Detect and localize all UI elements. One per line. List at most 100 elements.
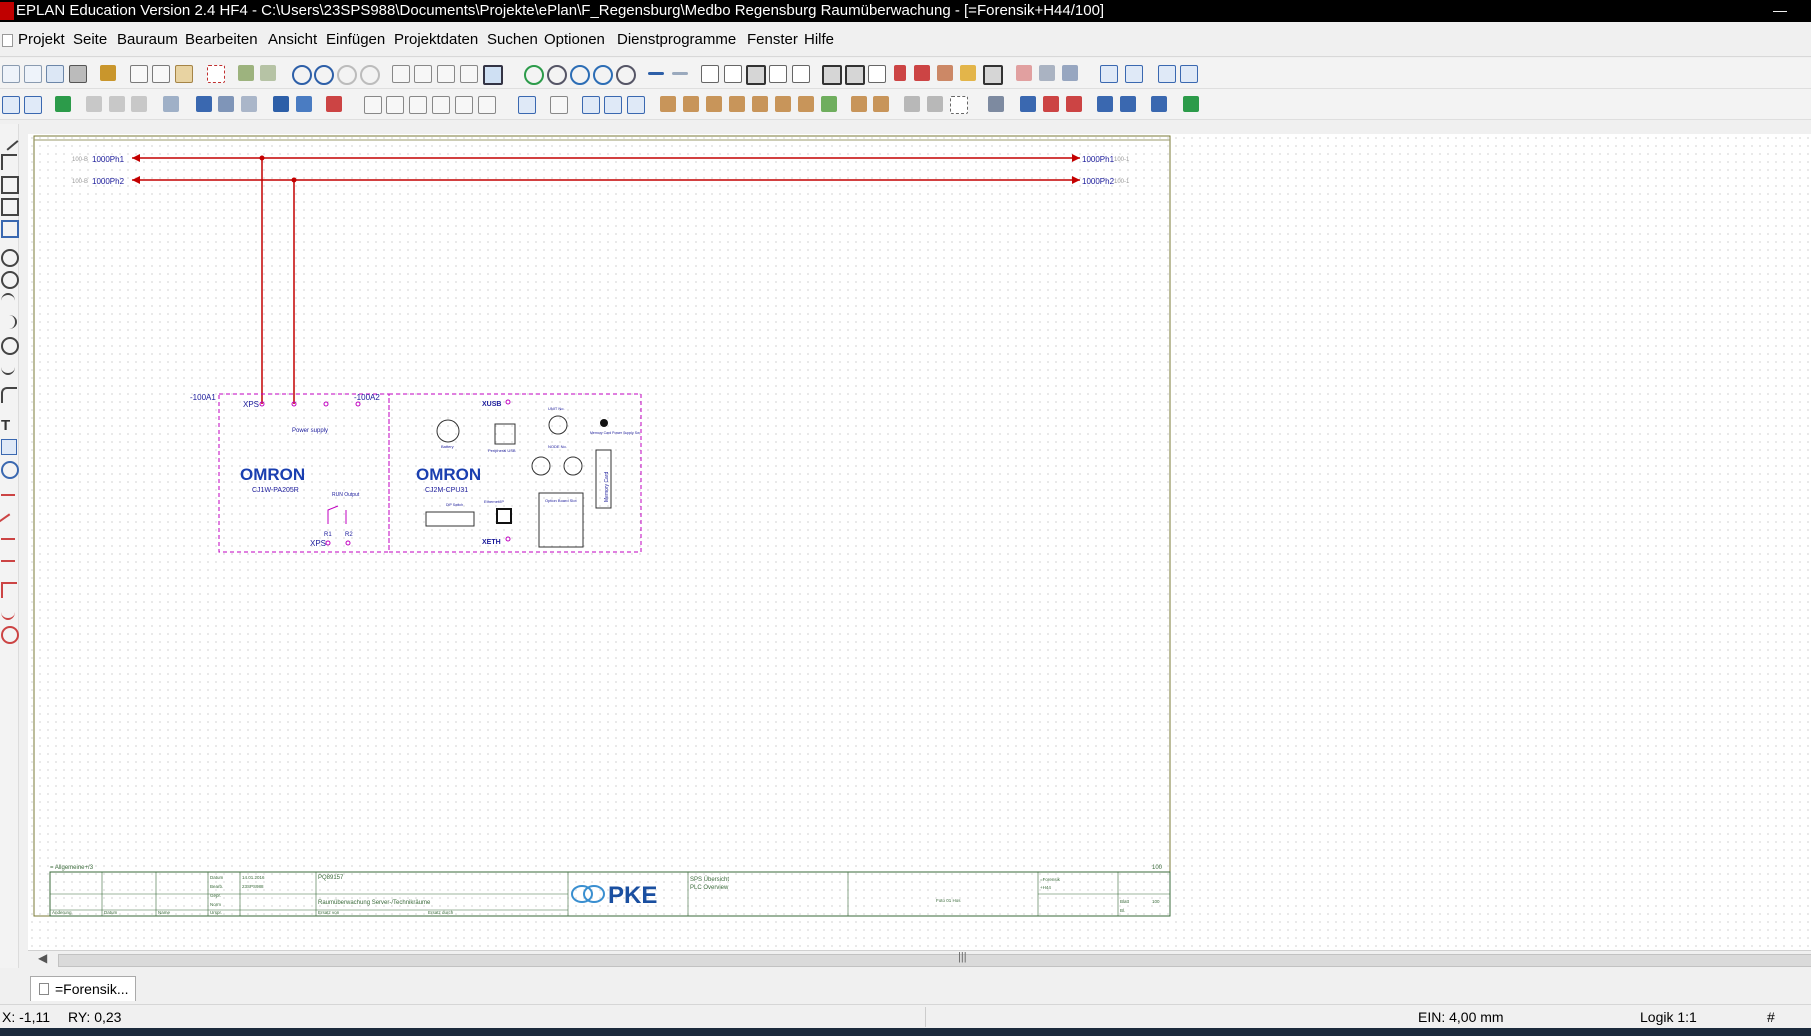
menu-ansicht[interactable]: Ansicht (268, 31, 317, 48)
location-box-icon[interactable] (550, 96, 568, 114)
tab-forensik-page[interactable]: =Forensik... (30, 976, 136, 1001)
insert-table-icon[interactable] (627, 96, 645, 114)
scroll-left-icon[interactable]: ◀ (38, 951, 47, 965)
menu-projekt[interactable]: Projekt (18, 31, 65, 48)
undo-icon[interactable] (292, 65, 312, 85)
plc-overview-icon[interactable] (478, 96, 496, 114)
dimension-angle-icon[interactable] (1, 604, 15, 620)
scroll-thumb[interactable] (58, 954, 1811, 967)
menu-bauraum[interactable]: Bauraum (117, 31, 178, 48)
assembly-icon[interactable] (775, 96, 791, 112)
hatch-icon[interactable] (904, 96, 920, 112)
split-icon[interactable] (1151, 96, 1167, 112)
dashed-frame-icon[interactable] (950, 96, 968, 114)
polyline-icon[interactable] (1, 154, 17, 170)
cross-icon[interactable] (1120, 96, 1136, 112)
wire-list-icon[interactable] (752, 96, 768, 112)
terminal-strip-icon[interactable] (109, 96, 125, 112)
object-snap-icon[interactable] (845, 65, 865, 85)
dimension-radius-icon[interactable] (1, 626, 19, 644)
terminal-icon[interactable] (86, 96, 102, 112)
terminal-diagram-icon[interactable] (660, 96, 676, 112)
potential-bus-ph2[interactable] (132, 176, 1080, 184)
potential-bus-ph1[interactable] (132, 154, 1080, 162)
image-frame-icon[interactable] (1, 220, 19, 238)
jumper-icon[interactable] (1183, 96, 1199, 112)
menu-optionen[interactable]: Optionen (544, 31, 605, 48)
undo-list-icon[interactable] (314, 65, 334, 85)
spline-icon[interactable] (1, 387, 17, 403)
text-tool-icon[interactable] (1180, 65, 1198, 83)
symbol-icon[interactable] (937, 65, 953, 81)
connection-icon[interactable] (914, 65, 930, 81)
schematic-canvas[interactable]: 100-B 1000Ph1 100-B 1000Ph2 1000Ph1 100-… (28, 134, 1811, 951)
dimension-aligned-icon[interactable] (0, 513, 19, 535)
cable-definition-icon[interactable] (296, 96, 312, 112)
menu-suchen[interactable]: Suchen (487, 31, 538, 48)
rectangle-icon[interactable] (1, 198, 19, 216)
paste-icon[interactable] (175, 65, 193, 83)
copy-icon[interactable] (152, 65, 170, 83)
dimension-chain-icon[interactable] (1, 538, 15, 554)
plug-icon[interactable] (131, 96, 147, 112)
image-icon[interactable] (1, 439, 17, 455)
angle-icon[interactable] (1066, 96, 1082, 112)
plc-power-icon[interactable] (455, 96, 473, 114)
menu-einfuegen[interactable]: Einfügen (326, 31, 385, 48)
sector-icon[interactable] (1, 337, 19, 355)
report-update-icon[interactable] (798, 96, 814, 112)
insert-device-icon[interactable] (24, 96, 42, 114)
bus-port-icon[interactable] (432, 96, 450, 114)
plc-box-icon[interactable] (364, 96, 382, 114)
interruption-icon[interactable] (1062, 65, 1078, 81)
menu-seite[interactable]: Seite (73, 31, 107, 48)
settings-wrench-icon[interactable] (100, 65, 116, 81)
eplan-app-icon[interactable] (0, 2, 14, 20)
t-node-icon[interactable] (1043, 96, 1059, 112)
menu-fenster[interactable]: Fenster (747, 31, 798, 48)
horizontal-scrollbar[interactable]: ◀ ||| (28, 950, 1811, 969)
macro-icon[interactable] (960, 65, 976, 81)
open-icon[interactable] (46, 65, 64, 83)
psu-module[interactable]: -100A1 XPS Power supply OMRON CJ1W-PA205… (190, 393, 390, 553)
device-list-icon[interactable] (729, 96, 745, 112)
insert-macro-icon[interactable] (55, 96, 71, 112)
print-icon[interactable] (69, 65, 87, 83)
new-page-icon[interactable] (24, 65, 42, 83)
forward-arrow-icon[interactable] (672, 72, 688, 75)
properties-icon[interactable] (437, 65, 455, 83)
minimize-button[interactable]: — (1765, 0, 1795, 22)
dimension-increment-icon[interactable] (1, 560, 15, 576)
message-icon[interactable] (851, 96, 867, 112)
zoom-100-icon[interactable] (616, 65, 636, 85)
grid-e-icon[interactable] (792, 65, 810, 83)
menu-bearbeiten[interactable]: Bearbeiten (185, 31, 258, 48)
fullscreen-icon[interactable] (1125, 65, 1143, 83)
signal-definition-icon[interactable] (241, 96, 257, 112)
circle-icon[interactable] (1, 249, 19, 267)
arrow-down-icon[interactable] (1097, 96, 1113, 112)
ground-icon[interactable] (988, 96, 1004, 112)
check-icon[interactable] (821, 96, 837, 112)
dimension-baseline-icon[interactable] (1, 582, 17, 598)
format-painter-icon[interactable] (238, 65, 254, 81)
cross-ref-icon[interactable] (1016, 65, 1032, 81)
format-transfer-icon[interactable] (260, 65, 276, 81)
net-definition-icon[interactable] (218, 96, 234, 112)
delete-connection-icon[interactable] (326, 96, 342, 112)
structure-box-icon[interactable] (518, 96, 536, 114)
connection-l1-drop[interactable] (259, 155, 265, 405)
redo-list-icon[interactable] (360, 65, 380, 85)
cpu-module[interactable]: -100A2 XUSB Battery Peripheral USB UNIT … (354, 393, 642, 553)
new-project-icon[interactable] (2, 65, 20, 83)
document-icon[interactable] (2, 34, 13, 47)
revision-icon[interactable] (873, 96, 889, 112)
line-icon[interactable] (0, 129, 19, 151)
insert-path-icon[interactable] (582, 96, 600, 114)
redo-icon[interactable] (337, 65, 357, 85)
grid-d-icon[interactable] (769, 65, 787, 83)
text-icon[interactable]: T (1, 417, 15, 434)
dimension-linear-icon[interactable] (1, 494, 15, 510)
zoom-window-icon[interactable] (547, 65, 567, 85)
plc-card-icon[interactable] (409, 96, 427, 114)
